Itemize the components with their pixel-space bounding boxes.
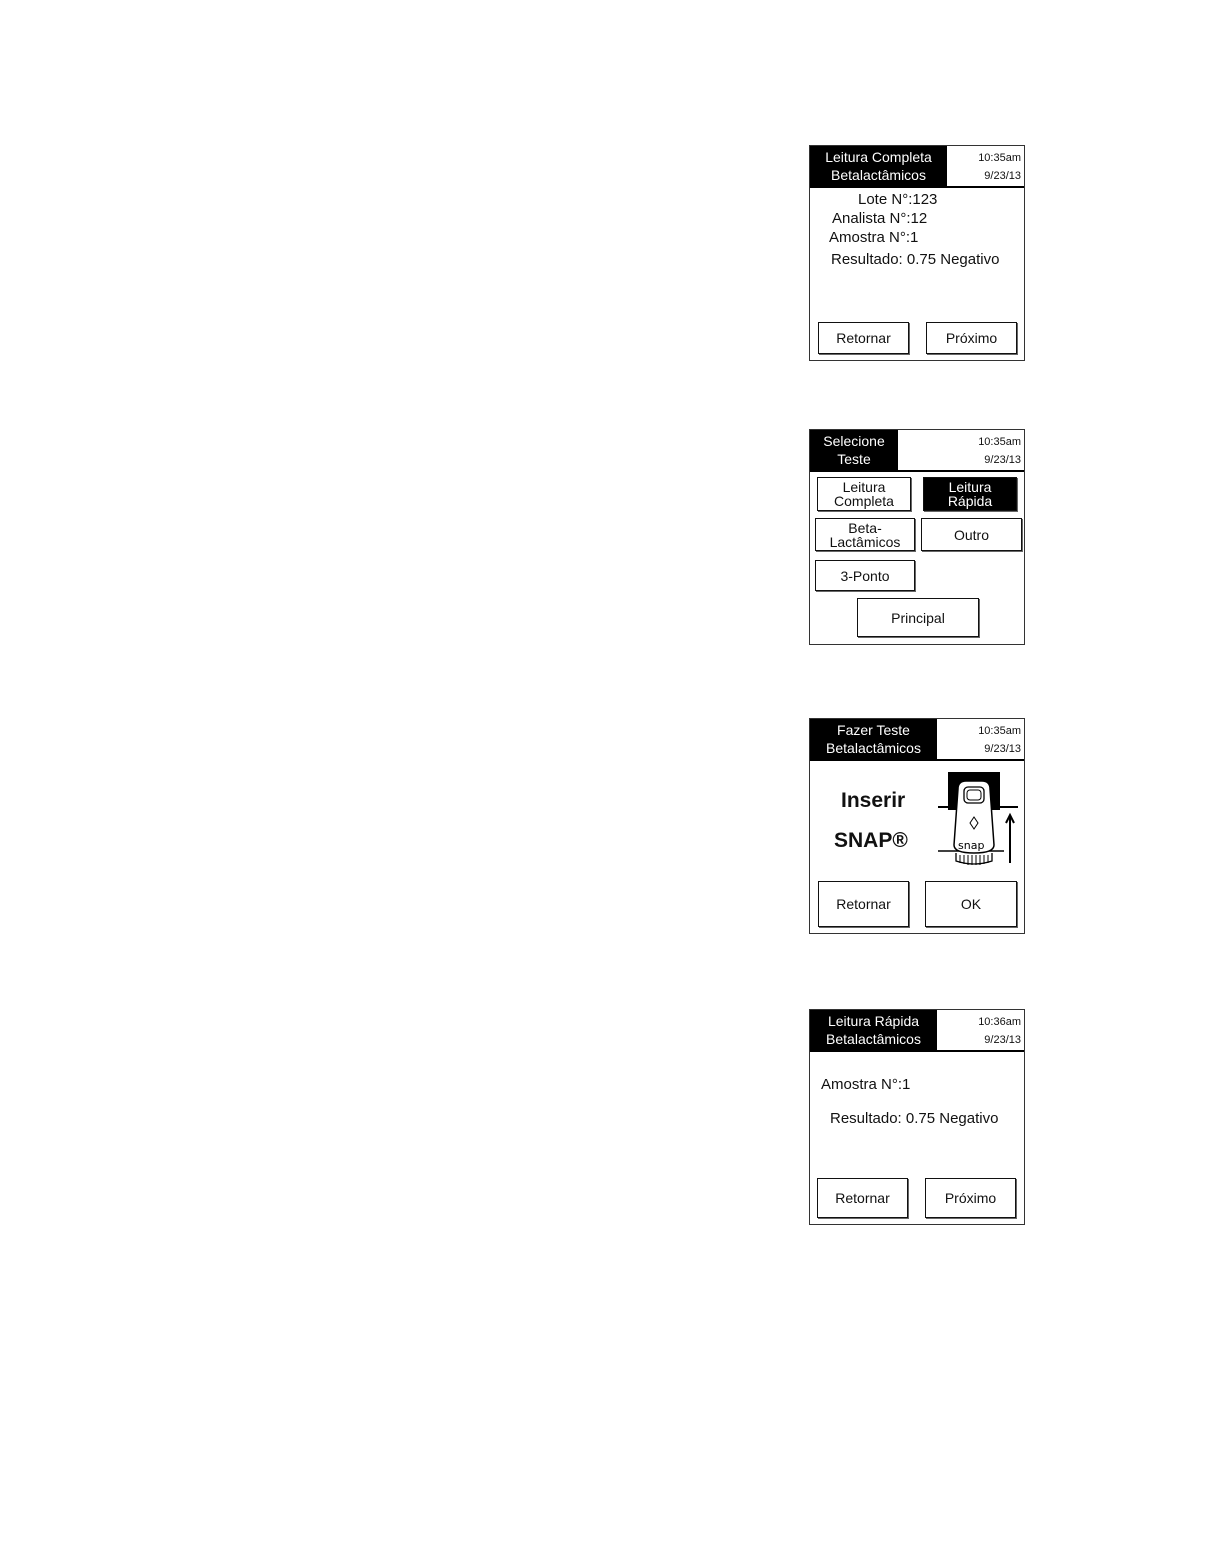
lote-number: Lote N°:123 — [858, 191, 938, 208]
screen-header: Fazer Teste Betalactâmicos 10:35am 9/23/… — [810, 719, 1024, 761]
clock: 10:35am 9/23/13 — [978, 149, 1021, 185]
snap-device-insert-icon: snap — [938, 772, 1018, 865]
screen-title: Fazer Teste Betalactâmicos — [810, 719, 937, 759]
date: 9/23/13 — [984, 170, 1021, 182]
screen-header: Selecione Teste 10:35am 9/23/13 — [810, 430, 1024, 472]
time: 10:35am — [978, 436, 1021, 448]
back-button[interactable]: Retornar — [817, 1178, 908, 1218]
result-text: Resultado: 0.75 Negativo — [831, 251, 1000, 268]
3-ponto-button[interactable]: 3-Ponto — [815, 560, 915, 591]
next-button[interactable]: Próximo — [926, 322, 1017, 354]
clock: 10:35am 9/23/13 — [978, 722, 1021, 758]
screen-header: Leitura Rápida Betalactâmicos 10:36am 9/… — [810, 1010, 1024, 1052]
amostra-number: Amostra N°:1 — [821, 1076, 911, 1093]
screen-leitura-rapida: Leitura Rápida Betalactâmicos 10:36am 9/… — [809, 1009, 1025, 1225]
screen-fazer-teste: Fazer Teste Betalactâmicos 10:35am 9/23/… — [809, 718, 1025, 934]
ok-button[interactable]: OK — [925, 881, 1017, 927]
clock: 10:35am 9/23/13 — [978, 433, 1021, 469]
time: 10:36am — [978, 1016, 1021, 1028]
screen-title: Leitura Rápida Betalactâmicos — [810, 1010, 937, 1050]
screen-leitura-completa: Leitura Completa Betalactâmicos 10:35am … — [809, 145, 1025, 361]
time: 10:35am — [978, 725, 1021, 737]
screen-select-test: Selecione Teste 10:35am 9/23/13 Leitura … — [809, 429, 1025, 645]
snap-instruction: SNAP® — [834, 829, 908, 852]
screen-header: Leitura Completa Betalactâmicos 10:35am … — [810, 146, 1024, 188]
svg-text:snap: snap — [958, 839, 984, 852]
screen-title: Leitura Completa Betalactâmicos — [810, 146, 947, 186]
leitura-completa-button[interactable]: Leitura Completa — [817, 477, 911, 511]
time: 10:35am — [978, 152, 1021, 164]
principal-button[interactable]: Principal — [857, 598, 979, 637]
amostra-number: Amostra N°:1 — [829, 229, 919, 246]
date: 9/23/13 — [984, 1034, 1021, 1046]
date: 9/23/13 — [984, 454, 1021, 466]
insert-instruction: Inserir — [841, 789, 906, 812]
next-button[interactable]: Próximo — [925, 1178, 1016, 1218]
beta-lactamicos-button[interactable]: Beta- Lactâmicos — [815, 518, 915, 551]
back-button[interactable]: Retornar — [818, 322, 909, 354]
clock: 10:36am 9/23/13 — [978, 1013, 1021, 1049]
result-text: Resultado: 0.75 Negativo — [830, 1110, 999, 1127]
leitura-rapida-button[interactable]: Leitura Rápida — [923, 477, 1017, 511]
back-button[interactable]: Retornar — [818, 881, 909, 927]
screen-title: Selecione Teste — [810, 430, 898, 470]
date: 9/23/13 — [984, 743, 1021, 755]
analista-number: Analista N°:12 — [832, 210, 928, 227]
outro-button[interactable]: Outro — [921, 518, 1022, 551]
